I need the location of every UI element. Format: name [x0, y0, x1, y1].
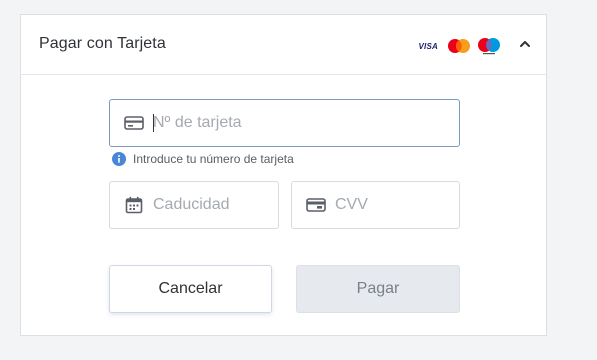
cancel-button-label: Cancelar — [158, 280, 223, 297]
card-title: Pagar con Tarjeta — [39, 35, 166, 52]
chevron-up-icon[interactable] — [518, 37, 532, 51]
card-header[interactable]: Pagar con Tarjeta VISA — [21, 15, 546, 75]
expiry-field[interactable] — [109, 181, 279, 229]
text-caret — [153, 114, 154, 132]
card-number-hint: Introduce tu número de tarjeta — [112, 152, 294, 166]
hint-text: Introduce tu número de tarjeta — [133, 152, 294, 166]
page: Pagar con Tarjeta VISA Nº de tarjeta Int… — [0, 0, 597, 360]
credit-card-icon — [123, 112, 145, 134]
mastercard-logo — [448, 39, 470, 53]
cvv-input[interactable] — [335, 196, 435, 214]
expiry-input[interactable] — [153, 196, 263, 214]
visa-logo: VISA — [418, 41, 438, 51]
cvv-field[interactable] — [291, 181, 460, 229]
maestro-logo — [478, 37, 500, 54]
pay-button-label: Pagar — [356, 280, 400, 297]
pay-button[interactable]: Pagar — [296, 265, 460, 313]
card-number-input[interactable] — [153, 114, 393, 132]
payment-card-panel: Pagar con Tarjeta VISA Nº de tarjeta Int… — [20, 14, 547, 336]
card-back-icon — [305, 194, 327, 216]
info-icon — [112, 152, 126, 166]
card-number-field[interactable] — [109, 99, 460, 147]
card-brands: VISA — [419, 37, 500, 55]
cancel-button[interactable]: Cancelar — [109, 265, 272, 313]
calendar-icon — [123, 194, 145, 216]
